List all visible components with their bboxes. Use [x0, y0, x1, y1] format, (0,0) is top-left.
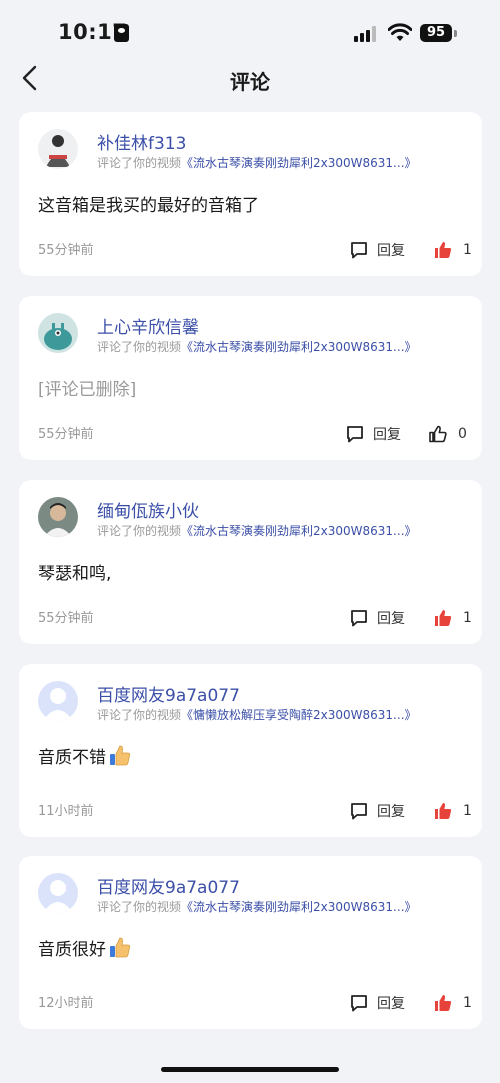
thumbs-up-emoji-icon	[106, 937, 132, 960]
comment-card[interactable]: 缅甸佤族小伙 评论了你的视频《流水古琴演奏刚劲犀利2x300W8631...》 琴瑟…	[19, 480, 482, 644]
reply-label: 回复	[377, 996, 405, 1012]
avatar[interactable]	[38, 129, 78, 169]
thumbs-up-outline-icon	[428, 424, 448, 444]
reply-label: 回复	[373, 427, 401, 443]
comment-text: 音质不错	[38, 743, 132, 768]
wifi-icon	[388, 23, 412, 41]
video-title-link[interactable]: 《慵懒放松解压享受陶醉2x300W8631...》	[181, 708, 417, 722]
video-title-link[interactable]: 《流水古琴演奏刚劲犀利2x300W8631...》	[181, 340, 417, 354]
like-count: 1	[463, 242, 472, 258]
action-text: 评论了你的视频	[97, 156, 182, 170]
reply-icon	[345, 424, 365, 444]
username-link[interactable]: 缅甸佤族小伙	[97, 497, 199, 522]
comment-meta: 评论了你的视频《慵懒放松解压享受陶醉2x300W8631...》	[97, 706, 417, 723]
like-button[interactable]: 1	[433, 801, 472, 821]
battery-indicator: 95	[420, 24, 452, 42]
comment-text-value: 琴瑟和鸣,	[38, 564, 112, 584]
action-text: 评论了你的视频	[97, 524, 182, 538]
like-button[interactable]: 1	[433, 240, 472, 260]
reply-icon	[349, 993, 369, 1013]
comment-text: 琴瑟和鸣,	[38, 559, 111, 584]
comment-text: 这音箱是我买的最好的音箱了	[38, 191, 259, 216]
reply-button[interactable]: 回复	[349, 240, 405, 260]
thumbs-up-emoji-icon	[106, 745, 132, 768]
nav-bar: 评论	[0, 58, 500, 98]
comment-text: 音质很好	[38, 935, 132, 960]
comment-meta: 评论了你的视频《流水古琴演奏刚劲犀利2x300W8631...》	[97, 522, 417, 539]
reply-button[interactable]: 回复	[345, 424, 401, 444]
username-link[interactable]: 补佳林f313	[97, 129, 186, 154]
comment-time: 55分钟前	[38, 611, 94, 626]
video-title-link[interactable]: 《流水古琴演奏刚劲犀利2x300W8631...》	[181, 156, 417, 170]
like-button[interactable]: 1	[433, 608, 472, 628]
username-link[interactable]: 百度网友9a7a077	[97, 681, 240, 706]
comment-card[interactable]: 补佳林f313 评论了你的视频《流水古琴演奏刚劲犀利2x300W8631...》这…	[19, 112, 482, 276]
comment-time: 12小时前	[38, 996, 94, 1011]
username-link[interactable]: 百度网友9a7a077	[97, 873, 240, 898]
battery-cap	[454, 30, 457, 37]
comment-card[interactable]: 百度网友9a7a077 评论了你的视频《流水古琴演奏刚劲犀利2x300W8631.…	[19, 856, 482, 1029]
page-title: 评论	[230, 70, 270, 94]
comment-meta: 评论了你的视频《流水古琴演奏刚劲犀利2x300W8631...》	[97, 154, 417, 171]
reply-button[interactable]: 回复	[349, 993, 405, 1013]
reply-button[interactable]: 回复	[349, 801, 405, 821]
comment-card[interactable]: 百度网友9a7a077 评论了你的视频《慵懒放松解压享受陶醉2x300W8631.…	[19, 664, 482, 837]
thumbs-up-filled-icon	[433, 993, 453, 1013]
like-button[interactable]: 0	[428, 424, 467, 444]
comment-text: [评论已删除]	[38, 375, 136, 400]
like-count: 1	[463, 995, 472, 1011]
avatar[interactable]	[38, 497, 78, 537]
reply-icon	[349, 801, 369, 821]
video-title-link[interactable]: 《流水古琴演奏刚劲犀利2x300W8631...》	[181, 900, 417, 914]
comment-text-value: 音质很好	[38, 940, 106, 960]
like-count: 1	[463, 610, 472, 626]
comment-text-value: 这音箱是我买的最好的音箱了	[38, 196, 259, 216]
comment-time: 55分钟前	[38, 427, 94, 442]
comment-meta: 评论了你的视频《流水古琴演奏刚劲犀利2x300W8631...》	[97, 898, 417, 915]
reply-icon	[349, 240, 369, 260]
username-link[interactable]: 上心辛欣信馨	[97, 313, 199, 338]
comment-card[interactable]: 上心辛欣信馨 评论了你的视频《流水古琴演奏刚劲犀利2x300W8631...》 [评…	[19, 296, 482, 460]
video-title-link[interactable]: 《流水古琴演奏刚劲犀利2x300W8631...》	[181, 524, 417, 538]
thumbs-up-filled-icon	[433, 240, 453, 260]
reply-icon	[349, 608, 369, 628]
like-button[interactable]: 1	[433, 993, 472, 1013]
comment-text-value: 音质不错	[38, 748, 106, 768]
like-count: 1	[463, 803, 472, 819]
reply-label: 回复	[377, 611, 405, 627]
avatar[interactable]	[38, 681, 78, 721]
home-indicator[interactable]	[161, 1067, 339, 1072]
avatar[interactable]	[38, 313, 78, 353]
avatar[interactable]	[38, 873, 78, 913]
thumbs-up-filled-icon	[433, 608, 453, 628]
comment-text-value: [评论已删除]	[38, 380, 137, 400]
id-card-icon	[114, 24, 129, 42]
reply-button[interactable]: 回复	[349, 608, 405, 628]
comment-meta: 评论了你的视频《流水古琴演奏刚劲犀利2x300W8631...》	[97, 338, 417, 355]
action-text: 评论了你的视频	[97, 900, 182, 914]
reply-label: 回复	[377, 804, 405, 820]
thumbs-up-filled-icon	[433, 801, 453, 821]
action-text: 评论了你的视频	[97, 708, 182, 722]
status-bar: 10:17 95	[0, 0, 500, 60]
comment-time: 55分钟前	[38, 243, 94, 258]
comment-time: 11小时前	[38, 804, 94, 819]
reply-label: 回复	[377, 243, 405, 259]
signal-icon	[354, 26, 380, 42]
like-count: 0	[458, 426, 467, 442]
action-text: 评论了你的视频	[97, 340, 182, 354]
